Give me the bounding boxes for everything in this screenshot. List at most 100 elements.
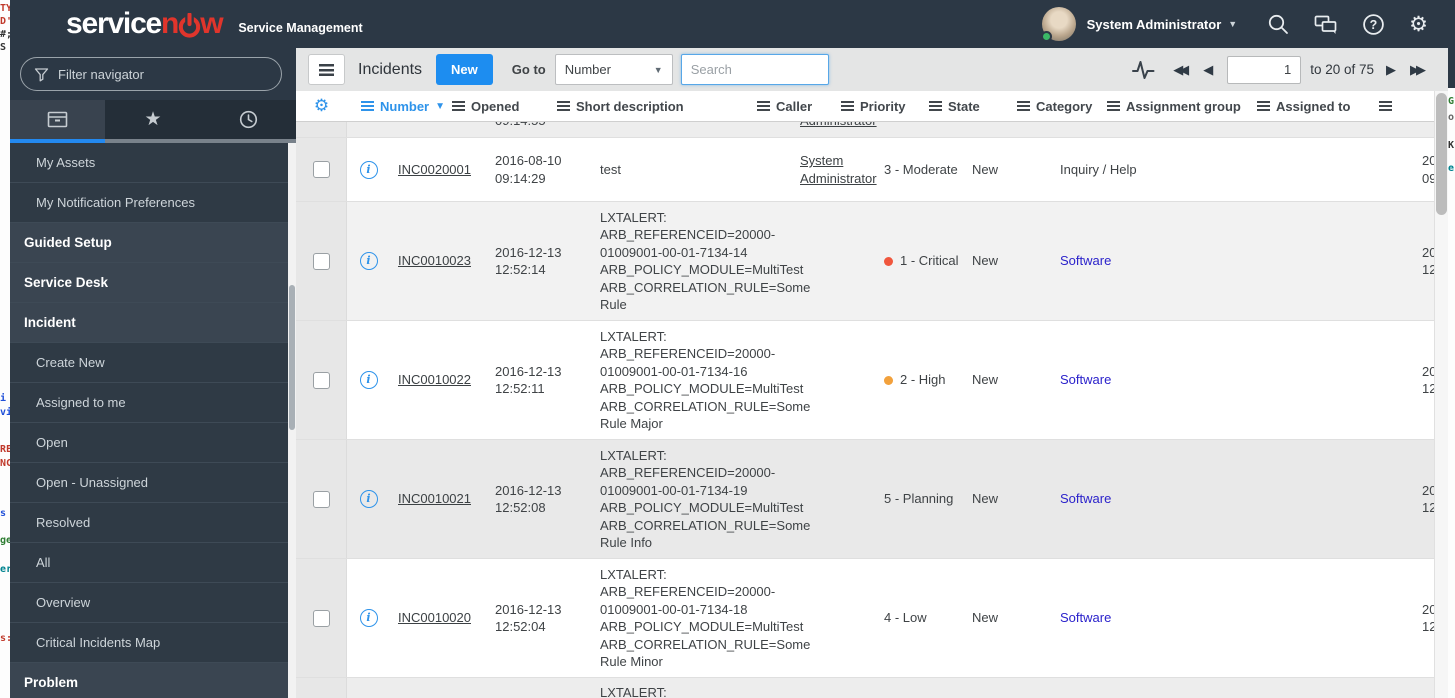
- previous-page-button[interactable]: ◀: [1203, 63, 1213, 76]
- chevron-down-icon[interactable]: ▼: [1228, 19, 1237, 29]
- short-description-cell: LXTALERT: ARB_REFERENCEID=20000- 01009001-…: [600, 209, 810, 314]
- user-menu[interactable]: System Administrator: [1087, 17, 1222, 32]
- personalize-list-gear-icon[interactable]: ⚙: [314, 97, 329, 115]
- last-page-button[interactable]: ▶▶: [1410, 63, 1426, 76]
- column-header-priority[interactable]: Priority: [837, 99, 922, 114]
- column-header-short-description[interactable]: Short description: [557, 99, 757, 114]
- column-header-opened[interactable]: Opened: [447, 99, 557, 114]
- row-checkbox[interactable]: [312, 252, 330, 270]
- sidebar-item-open[interactable]: Open: [10, 423, 296, 463]
- sidebar-item-create-new[interactable]: Create New: [10, 343, 296, 383]
- sidebar-scrollbar[interactable]: [288, 143, 296, 698]
- text-line: ARB_POLICY_MODULE=MultiTest: [600, 500, 804, 515]
- goto-field-select[interactable]: Number ▼: [554, 54, 673, 85]
- column-menu-icon[interactable]: [1017, 101, 1030, 111]
- filter-navigator-input[interactable]: Filter navigator: [20, 57, 282, 91]
- list-scrollbar-thumb[interactable]: [1436, 93, 1447, 215]
- priority-label: 5 - Planning: [884, 491, 954, 507]
- list-context-menu-button[interactable]: [308, 54, 345, 85]
- info-cell: i: [347, 371, 390, 389]
- sidebar-item-my-assets[interactable]: My Assets: [10, 143, 296, 183]
- incident-number-link[interactable]: INC0010021: [398, 491, 471, 506]
- sidebar-item-all[interactable]: All: [10, 543, 296, 583]
- row-checkbox[interactable]: [312, 609, 330, 627]
- tab-all-applications[interactable]: [10, 100, 106, 143]
- page-row-input[interactable]: [1227, 55, 1302, 84]
- sidebar-item-resolved[interactable]: Resolved: [10, 503, 296, 543]
- next-page-button[interactable]: ▶: [1386, 63, 1396, 76]
- text-line: 20: [1422, 482, 1434, 498]
- global-search-icon[interactable]: [1267, 13, 1290, 36]
- connect-chat-icon[interactable]: [1314, 14, 1338, 35]
- category-value[interactable]: Software: [1060, 610, 1111, 625]
- record-preview-info-icon[interactable]: i: [359, 490, 378, 508]
- column-label: Priority: [860, 98, 906, 114]
- category-value[interactable]: Software: [1060, 253, 1111, 268]
- incident-number-link[interactable]: INC0020001: [398, 162, 471, 177]
- column-menu-icon[interactable]: [557, 101, 570, 111]
- help-icon[interactable]: ?: [1362, 13, 1385, 36]
- record-preview-info-icon[interactable]: i: [359, 371, 378, 389]
- column-header-state[interactable]: State: [922, 99, 1007, 114]
- record-preview-info-icon[interactable]: i: [359, 160, 378, 179]
- sidebar-item-assigned-to-me[interactable]: Assigned to me: [10, 383, 296, 423]
- column-label: Assignment group: [1126, 98, 1241, 114]
- number-cell: INC0010022: [390, 371, 490, 389]
- column-menu-icon[interactable]: [1257, 101, 1270, 111]
- short-description-cell: LXTALERT:: [600, 678, 800, 698]
- incident-number-link[interactable]: INC0010023: [398, 253, 471, 268]
- sidebar-item-my-notification-preferences[interactable]: My Notification Preferences: [10, 183, 296, 223]
- column-menu-icon[interactable]: [361, 101, 374, 111]
- record-preview-info-icon[interactable]: i: [359, 609, 378, 627]
- list-search-input[interactable]: [680, 54, 829, 85]
- column-header-category[interactable]: Category: [1007, 99, 1107, 114]
- tab-history[interactable]: [200, 100, 296, 143]
- sidebar-item-open-unassigned[interactable]: Open - Unassigned: [10, 463, 296, 503]
- list-scrollbar[interactable]: [1434, 91, 1448, 698]
- column-menu-icon[interactable]: [757, 101, 770, 111]
- activity-pulse-icon[interactable]: [1132, 58, 1155, 81]
- column-menu-icon[interactable]: [929, 101, 942, 111]
- sidebar-item-incident[interactable]: Incident: [10, 303, 296, 343]
- row-checkbox[interactable]: [312, 371, 330, 389]
- column-header-assigned-to[interactable]: Assigned to: [1257, 99, 1377, 114]
- caller-link[interactable]: System Administrator: [800, 152, 880, 187]
- column-menu-icon[interactable]: [841, 101, 854, 111]
- sidebar-scrollbar-thumb[interactable]: [289, 285, 295, 430]
- sidebar-item-service-desk[interactable]: Service Desk: [10, 263, 296, 303]
- user-avatar[interactable]: [1040, 7, 1076, 42]
- incident-number-link[interactable]: INC0010022: [398, 372, 471, 387]
- table-row-partial-top: 09:14:55 Administrator: [296, 122, 1434, 138]
- row-select-cell: [296, 122, 347, 137]
- sidebar-item-critical-incidents-map[interactable]: Critical Incidents Map: [10, 623, 296, 663]
- sidebar-item-guided-setup[interactable]: Guided Setup: [10, 223, 296, 263]
- caller-link[interactable]: Administrator: [800, 122, 880, 130]
- priority-dot: [884, 375, 893, 385]
- sidebar-item-problem[interactable]: Problem: [10, 663, 296, 698]
- first-page-button[interactable]: ◀◀: [1173, 63, 1189, 76]
- settings-gear-icon[interactable]: ⚙: [1409, 13, 1428, 35]
- column-header-number[interactable]: Number ▼: [347, 99, 447, 114]
- number-cell: INC0020001: [390, 161, 490, 179]
- text-line: LXTALERT:: [600, 566, 667, 582]
- sidebar-item-overview[interactable]: Overview: [10, 583, 296, 623]
- column-header-caller[interactable]: Caller: [757, 99, 837, 114]
- tab-favorites[interactable]: ★: [105, 100, 201, 143]
- column-label: Assigned to: [1276, 98, 1351, 114]
- column-header-assignment-group[interactable]: Assignment group: [1107, 99, 1257, 114]
- column-menu-icon[interactable]: [452, 101, 465, 111]
- updated-cell: 20 09: [1420, 152, 1434, 187]
- row-checkbox[interactable]: [312, 161, 330, 178]
- column-menu-icon[interactable]: [1107, 101, 1120, 111]
- new-record-button[interactable]: New: [436, 54, 493, 85]
- incident-number-link[interactable]: INC0010020: [398, 610, 471, 625]
- row-select-cell: [296, 440, 347, 558]
- list-content: Incidents New Go to Number ▼ ◀◀ ◀: [296, 48, 1448, 698]
- category-value[interactable]: Software: [1060, 372, 1111, 387]
- background-code-editor-left: TY D' #; Si vi RE NC s ge er s:: [0, 0, 10, 698]
- column-menu-icon[interactable]: [1379, 101, 1392, 111]
- row-checkbox[interactable]: [312, 490, 330, 508]
- category-value[interactable]: Software: [1060, 491, 1111, 506]
- list-title: Incidents: [358, 60, 423, 78]
- record-preview-info-icon[interactable]: i: [359, 252, 378, 270]
